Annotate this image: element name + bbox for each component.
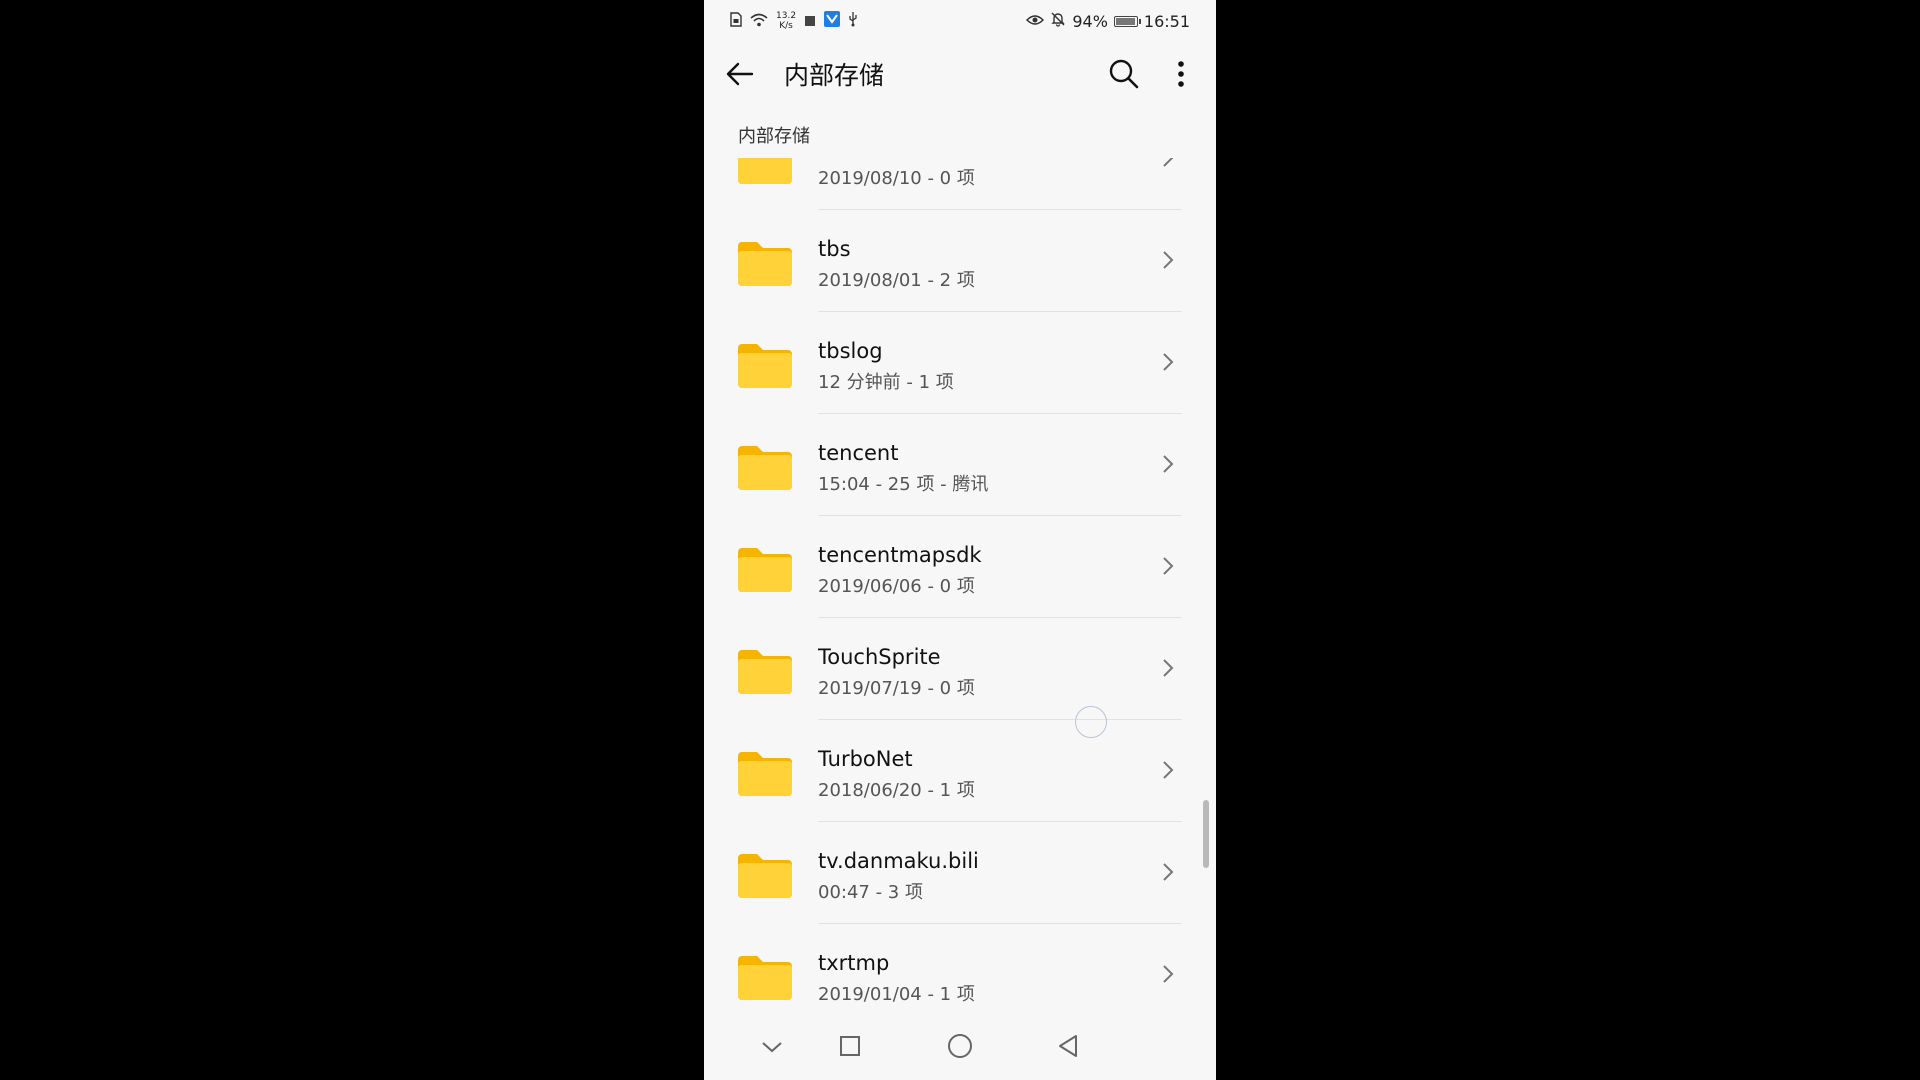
back-button[interactable] — [720, 56, 760, 96]
folder-icon — [736, 954, 794, 1006]
folder-icon — [736, 444, 794, 496]
phone-screen: 13.2 K/s 94% 16:51 内部存储 内部存储 2019/08/10 … — [704, 0, 1216, 1080]
folder-meta: 12 分钟前 - 1 项 — [818, 372, 954, 393]
chevron-right-icon — [1162, 158, 1174, 172]
folder-row[interactable]: tbslog 12 分钟前 - 1 项 — [704, 312, 1216, 414]
folder-list[interactable]: 2019/08/10 - 0 项 tbs 2019/08/01 - 2 项 tbslo… — [704, 158, 1216, 1016]
nav-back-button[interactable] — [1052, 1032, 1084, 1064]
folder-row[interactable]: tv.danmaku.bili 00:47 - 3 项 — [704, 822, 1216, 924]
chevron-right-icon — [1162, 352, 1174, 376]
folder-name: tv.danmaku.bili — [818, 849, 979, 873]
folder-name: txrtmp — [818, 951, 890, 975]
folder-name: TouchSprite — [818, 645, 941, 669]
chevron-right-icon — [1162, 658, 1174, 682]
folder-row[interactable]: tencent 15:04 - 25 项 - 腾讯 — [704, 414, 1216, 516]
sim-card-icon — [730, 11, 742, 31]
circle-icon — [947, 1033, 973, 1063]
folder-list-content: 2019/08/10 - 0 项 tbs 2019/08/01 - 2 项 tbslo… — [704, 158, 1216, 1016]
chevron-right-icon — [1162, 760, 1174, 784]
chevron-right-icon — [1162, 250, 1174, 274]
more-vertical-icon — [1177, 60, 1185, 92]
nav-recents-button[interactable] — [834, 1032, 866, 1064]
nav-hide-button[interactable] — [756, 1032, 788, 1064]
navigation-bar — [704, 1016, 1216, 1080]
folder-icon — [736, 750, 794, 802]
folder-meta: 2019/06/06 - 0 项 — [818, 576, 975, 597]
folder-name: tbs — [818, 237, 851, 261]
touch-indicator — [1075, 706, 1107, 738]
status-bar: 13.2 K/s 94% 16:51 — [704, 0, 1216, 40]
folder-icon — [736, 342, 794, 394]
usb-icon — [848, 11, 858, 31]
chevron-down-icon — [761, 1039, 783, 1058]
status-right-icons: 94% 16:51 — [1026, 10, 1190, 32]
folder-meta: 2019/08/01 - 2 项 — [818, 270, 975, 291]
folder-name: TurboNet — [818, 747, 913, 771]
folder-meta: 2019/07/19 - 0 项 — [818, 678, 975, 699]
bell-muted-icon — [1050, 11, 1066, 31]
folder-icon — [736, 158, 794, 190]
app-notification-icon — [824, 11, 841, 31]
folder-icon — [736, 648, 794, 700]
folder-icon — [736, 546, 794, 598]
folder-row[interactable]: TouchSprite 2019/07/19 - 0 项 — [704, 618, 1216, 720]
chevron-right-icon — [1162, 556, 1174, 580]
chevron-right-icon — [1162, 964, 1174, 988]
folder-row[interactable]: TurboNet 2018/06/20 - 1 项 — [704, 720, 1216, 822]
triangle-back-icon — [1057, 1034, 1079, 1062]
network-speed: 13.2 K/s — [776, 11, 796, 31]
app-bar: 内部存储 — [704, 44, 1216, 108]
folder-row[interactable]: txrtmp 2019/01/04 - 1 项 — [704, 924, 1216, 1016]
folder-name: tencentmapsdk — [818, 543, 982, 567]
square-icon — [839, 1035, 861, 1061]
breadcrumb-internal-storage[interactable]: 内部存储 — [738, 124, 810, 150]
network-speed-unit: K/s — [779, 21, 793, 31]
notification-square-icon — [804, 12, 816, 31]
page-title: 内部存储 — [784, 61, 885, 90]
chevron-right-icon — [1162, 454, 1174, 478]
battery-fill — [1115, 17, 1135, 25]
folder-meta: 2018/06/20 - 1 项 — [818, 780, 975, 801]
battery-percent: 94% — [1072, 11, 1108, 31]
folder-icon — [736, 852, 794, 904]
folder-row[interactable]: tencentmapsdk 2019/06/06 - 0 项 — [704, 516, 1216, 618]
battery-icon — [1113, 15, 1141, 27]
arrow-left-icon — [726, 62, 754, 90]
folder-meta: 2019/08/10 - 0 项 — [818, 168, 975, 189]
wifi-icon — [750, 12, 768, 31]
status-left-icons: 13.2 K/s — [730, 10, 858, 32]
folder-row[interactable]: tbs 2019/08/01 - 2 项 — [704, 210, 1216, 312]
chevron-right-icon — [1162, 862, 1174, 886]
folder-name: tbslog — [818, 339, 883, 363]
search-button[interactable] — [1104, 56, 1144, 96]
folder-icon — [736, 240, 794, 292]
folder-meta: 2019/01/04 - 1 项 — [818, 984, 975, 1005]
folder-meta: 15:04 - 25 项 - 腾讯 — [818, 474, 989, 495]
folder-meta: 00:47 - 3 项 — [818, 882, 923, 903]
eye-comfort-icon — [1026, 12, 1045, 31]
nav-home-button[interactable] — [944, 1032, 976, 1064]
scrollbar-thumb[interactable] — [1203, 800, 1209, 868]
network-speed-value: 13.2 — [776, 11, 797, 21]
folder-name: tencent — [818, 441, 899, 465]
more-options-button[interactable] — [1166, 56, 1196, 96]
clock: 16:51 — [1143, 11, 1190, 31]
search-icon — [1108, 58, 1140, 94]
folder-row[interactable]: 2019/08/10 - 0 项 — [704, 158, 1216, 210]
